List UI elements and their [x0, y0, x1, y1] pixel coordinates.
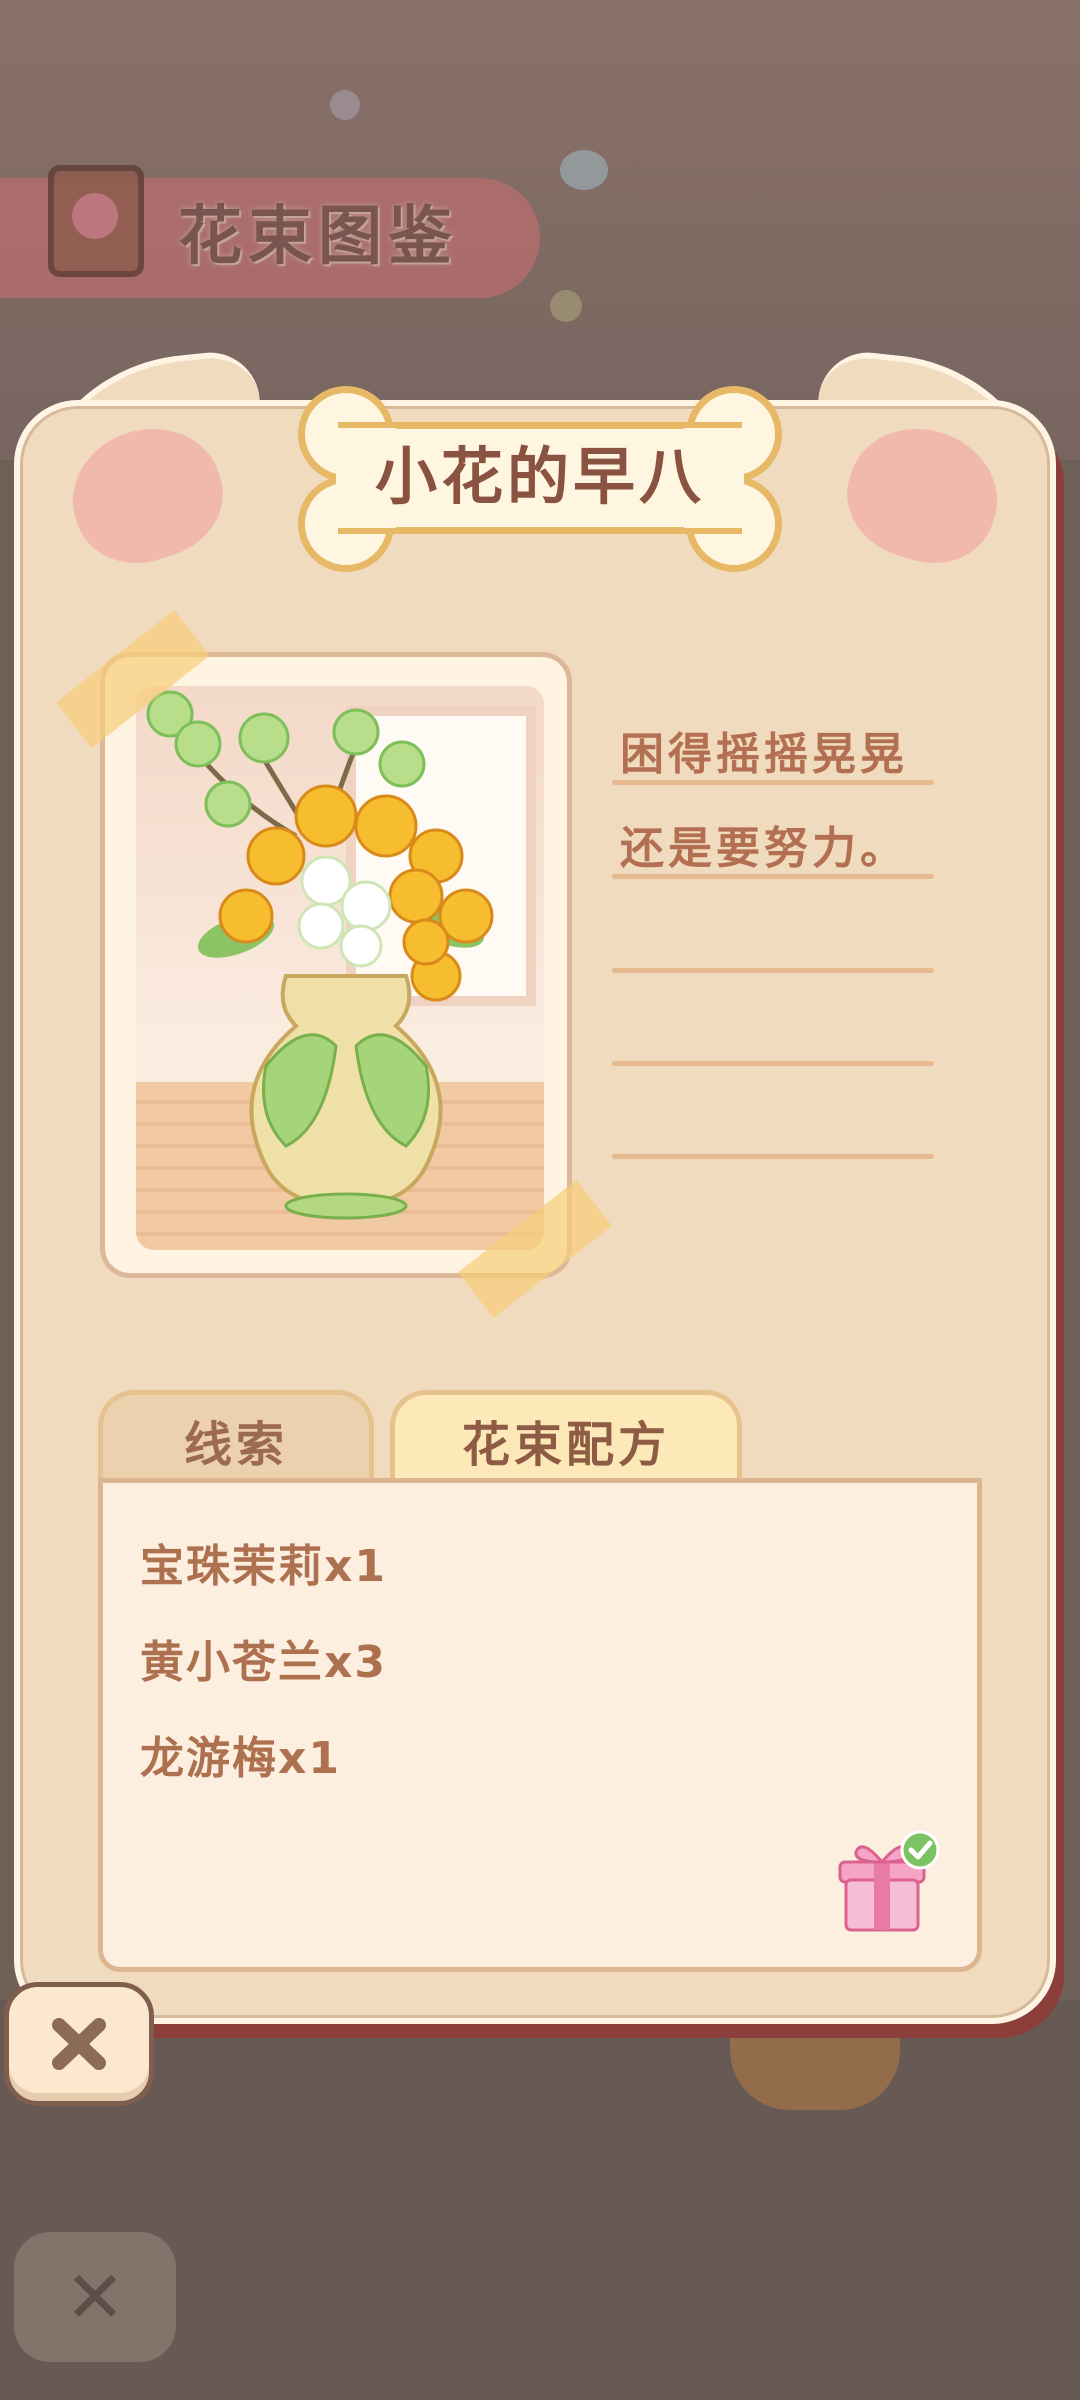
close-button[interactable]	[4, 1982, 154, 2106]
sparkle-decor	[330, 90, 360, 120]
tab-clues[interactable]: 线索	[98, 1390, 374, 1490]
note-line	[612, 1061, 934, 1066]
album-book-icon	[48, 165, 144, 277]
ingredient-item: 黄小苍兰x3	[140, 1637, 387, 1688]
note-line-1-text: 困得摇摇晃晃	[620, 729, 908, 780]
note-line-2-text: 还是要努力。	[620, 823, 908, 874]
bouquet-image	[136, 686, 544, 1250]
note-line	[612, 1154, 934, 1159]
tab-bouquet-recipe[interactable]: 花束配方	[390, 1390, 742, 1490]
background-close-icon: ✕	[14, 2232, 176, 2362]
background-title: 花束图鉴	[178, 200, 458, 274]
note-line	[612, 874, 934, 879]
sparkle-decor	[550, 290, 582, 322]
bouquet-title: 小花的早八	[374, 440, 705, 513]
check-badge-icon	[900, 1830, 940, 1870]
note-line	[612, 780, 934, 785]
sparkle-decor	[560, 150, 608, 190]
ingredient-item: 宝珠茉莉x1	[140, 1541, 387, 1592]
gift-icon[interactable]	[832, 1830, 942, 1940]
note-line	[612, 968, 934, 973]
ingredient-item: 龙游梅x1	[140, 1733, 341, 1784]
title-bone-banner: 小花的早八	[298, 380, 782, 580]
close-icon	[52, 2018, 106, 2070]
